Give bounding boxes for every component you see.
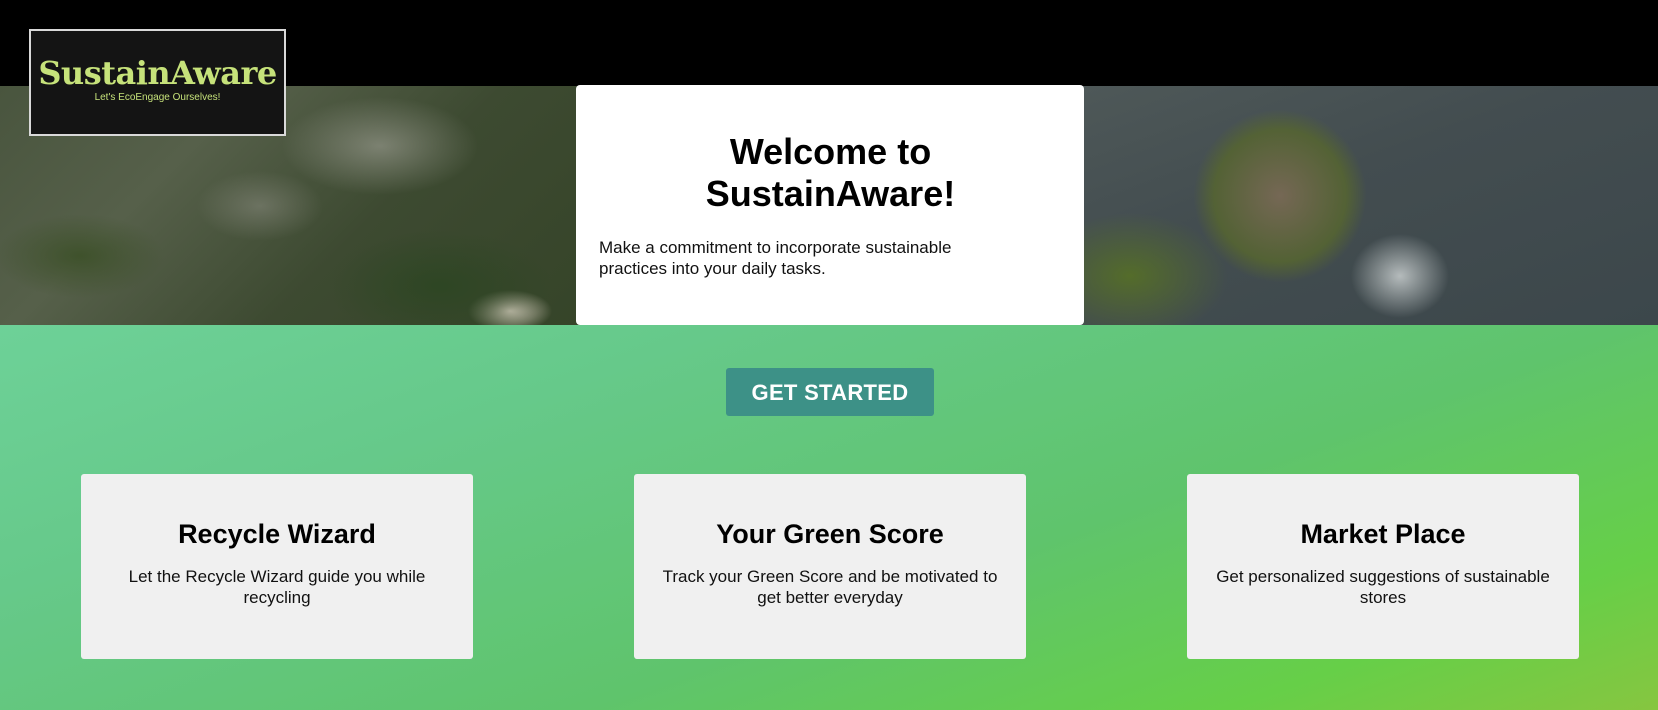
brand-logo[interactable]: SustainAware Let's EcoEngage Ourselves! [29, 29, 286, 136]
welcome-title: Welcome to SustainAware! [705, 131, 956, 214]
feature-description: Get personalized suggestions of sustaina… [1216, 567, 1550, 607]
welcome-card: Welcome to SustainAware! Make a commitme… [576, 85, 1084, 325]
get-started-button[interactable]: GET STARTED [726, 368, 934, 416]
feature-description: Track your Green Score and be motivated … [662, 567, 998, 607]
feature-title: Your Green Score [716, 519, 944, 549]
brand-name: SustainAware [38, 54, 277, 92]
feature-title: Recycle Wizard [178, 519, 376, 549]
feature-description: Let the Recycle Wizard guide you while r… [128, 567, 426, 607]
welcome-description: Make a commitment to incorporate sustain… [599, 238, 952, 278]
feature-card-recycle-wizard[interactable]: Recycle Wizard Let the Recycle Wizard gu… [81, 474, 473, 659]
feature-card-market-place[interactable]: Market Place Get personalized suggestion… [1187, 474, 1579, 659]
landing-page: SustainAware Let's EcoEngage Ourselves! … [0, 0, 1658, 710]
brand-tagline: Let's EcoEngage Ourselves! [94, 92, 221, 103]
feature-title: Market Place [1300, 519, 1466, 549]
feature-card-green-score[interactable]: Your Green Score Track your Green Score … [634, 474, 1026, 659]
hero-image-sea-rocks [1080, 86, 1658, 325]
